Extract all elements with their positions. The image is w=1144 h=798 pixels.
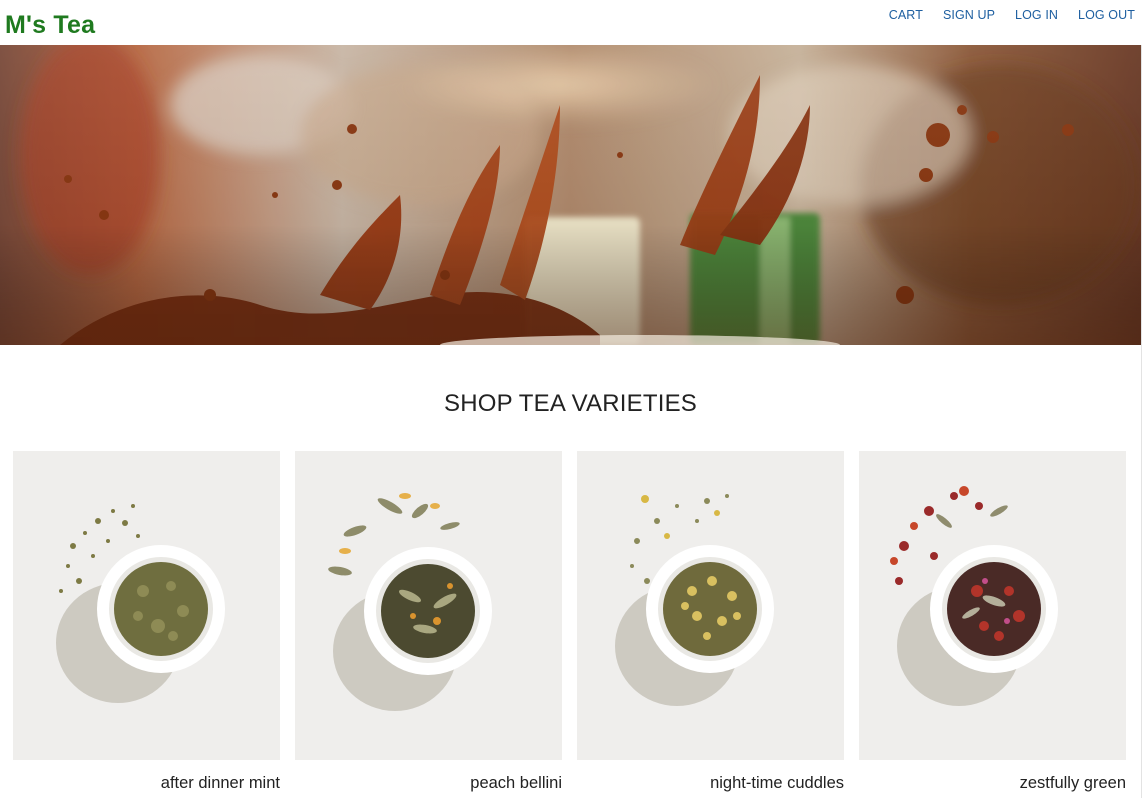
product-name[interactable]: peach bellini	[470, 774, 562, 793]
chamomile-tea-bowl-photo	[577, 451, 844, 760]
peach-tea-bowl-photo	[295, 451, 562, 760]
product-image[interactable]	[13, 451, 280, 760]
product-image[interactable]	[295, 451, 562, 760]
product-image[interactable]	[577, 451, 844, 760]
nav-login-link[interactable]: LOG IN	[1015, 8, 1058, 22]
product-card-after-dinner-mint[interactable]: after dinner mint	[13, 451, 280, 792]
page-edge	[1141, 0, 1142, 798]
nav-signup-link[interactable]: SIGN UP	[943, 8, 995, 22]
product-name[interactable]: after dinner mint	[161, 774, 280, 793]
top-nav: CART SIGN UP LOG IN LOG OUT	[869, 8, 1135, 22]
berry-tea-bowl-photo	[859, 451, 1126, 760]
product-card-zestfully-green[interactable]: zestfully green	[859, 451, 1126, 792]
product-card-peach-bellini[interactable]: peach bellini	[295, 451, 562, 792]
product-image[interactable]	[859, 451, 1126, 760]
nav-cart-link[interactable]: CART	[889, 8, 923, 22]
nav-logout-link[interactable]: LOG OUT	[1078, 8, 1135, 22]
hero-banner	[0, 45, 1141, 345]
site-header: M's Tea CART SIGN UP LOG IN LOG OUT	[0, 0, 1142, 45]
product-name[interactable]: night-time cuddles	[710, 774, 844, 793]
site-logo[interactable]: M's Tea	[5, 11, 95, 40]
hero-image	[0, 45, 1141, 345]
product-name[interactable]: zestfully green	[1020, 774, 1126, 793]
product-card-night-time-cuddles[interactable]: night-time cuddles	[577, 451, 844, 792]
section-title: SHOP TEA VARIETIES	[443, 390, 698, 417]
mint-tea-bowl-photo	[13, 451, 280, 760]
